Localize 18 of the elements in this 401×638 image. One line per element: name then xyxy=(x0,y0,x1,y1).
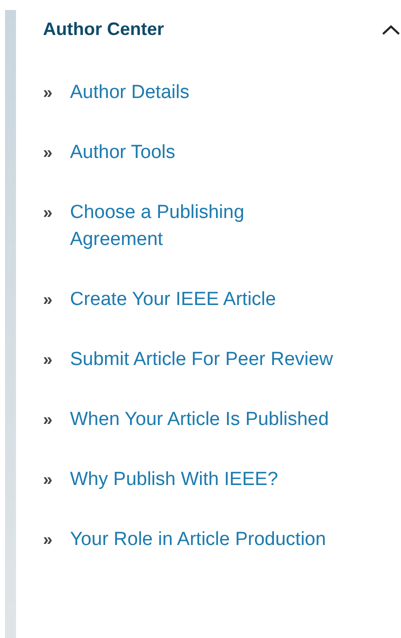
bullet-mark: » xyxy=(43,409,54,431)
bullet-mark: » xyxy=(43,142,54,164)
menu-link[interactable]: Choose a Publishing Agreement xyxy=(70,199,335,253)
section-title[interactable]: Author Center xyxy=(43,18,164,40)
bullet-mark: » xyxy=(43,469,54,491)
menu-link[interactable]: Create Your IEEE Article xyxy=(70,286,335,313)
collapse-chevron-icon[interactable] xyxy=(382,25,400,35)
menu-link[interactable]: Why Publish With IEEE? xyxy=(70,466,335,493)
menu-link[interactable]: Author Tools xyxy=(70,139,335,166)
bullet-mark: » xyxy=(43,349,54,371)
bullet-mark: » xyxy=(43,529,54,551)
bullet-mark: » xyxy=(43,202,54,224)
bullet-mark: » xyxy=(43,82,54,104)
menu-link[interactable]: Author Details xyxy=(70,79,335,106)
menu-link[interactable]: When Your Article Is Published xyxy=(70,406,335,433)
menu-link[interactable]: Your Role in Article Production xyxy=(70,526,335,553)
menu-link[interactable]: Submit Article For Peer Review xyxy=(70,346,335,373)
bullet-mark: » xyxy=(43,289,54,311)
